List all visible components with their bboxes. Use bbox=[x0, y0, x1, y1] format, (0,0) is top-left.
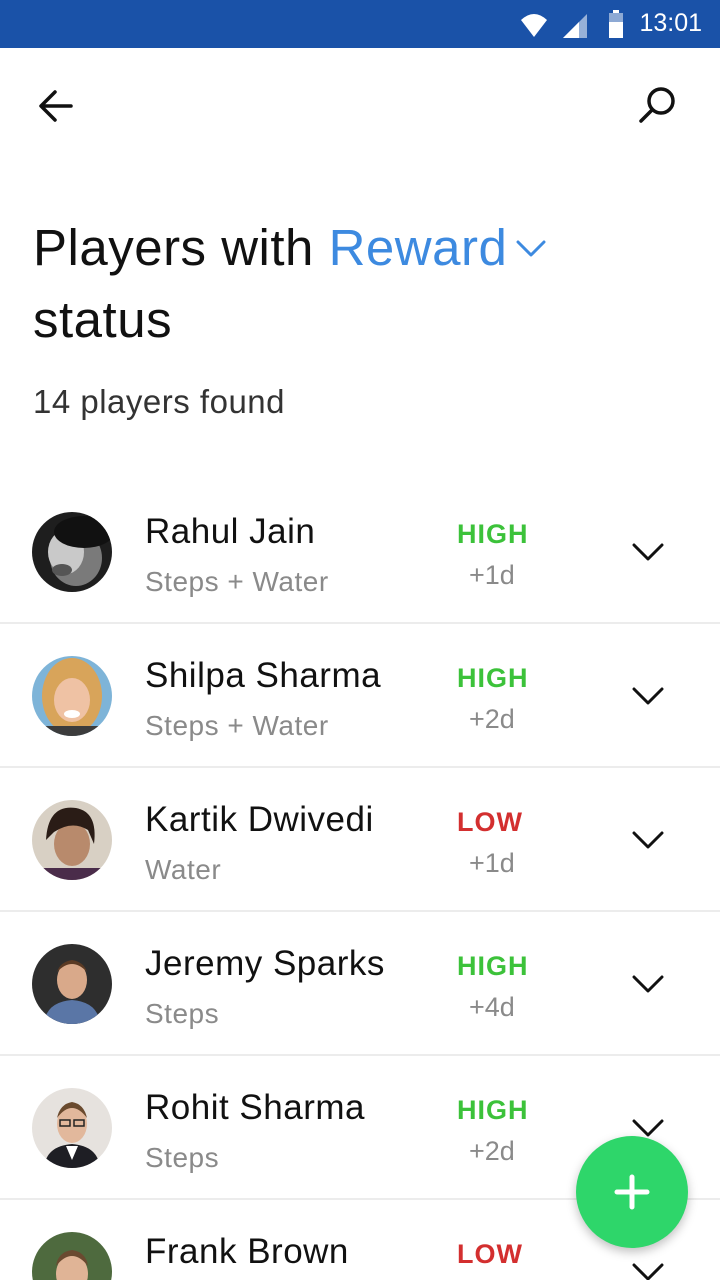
chevron-down-icon[interactable] bbox=[513, 230, 549, 266]
avatar bbox=[32, 656, 112, 736]
chevron-down-icon[interactable] bbox=[628, 1252, 668, 1280]
back-arrow-icon[interactable] bbox=[28, 78, 84, 134]
player-name: Frank Brown bbox=[145, 1232, 349, 1271]
avatar bbox=[32, 1232, 112, 1280]
player-row[interactable]: Shilpa Sharma Steps + Water HIGH +2d bbox=[0, 624, 720, 768]
status-level: HIGH bbox=[457, 951, 529, 981]
status-level: HIGH bbox=[457, 519, 529, 549]
title-prefix: Players with bbox=[33, 219, 314, 276]
battery-icon bbox=[609, 10, 623, 38]
player-row[interactable]: Jeremy Sparks Steps HIGH +4d bbox=[0, 912, 720, 1056]
player-goal: Water bbox=[145, 854, 222, 885]
avatar bbox=[32, 512, 112, 592]
player-name: Jeremy Sparks bbox=[145, 944, 385, 983]
player-goal: Steps + Water bbox=[145, 566, 329, 597]
chevron-down-icon[interactable] bbox=[628, 532, 668, 572]
page-title: Players with Reward status bbox=[33, 212, 693, 356]
player-goal: Steps bbox=[145, 1142, 220, 1173]
status-level: HIGH bbox=[457, 663, 529, 693]
cell-signal-icon bbox=[563, 14, 587, 38]
status-days: +1d bbox=[469, 848, 515, 878]
chevron-down-icon[interactable] bbox=[628, 676, 668, 716]
player-row[interactable]: Kartik Dwivedi Water LOW +1d bbox=[0, 768, 720, 912]
app-bar bbox=[0, 48, 720, 160]
avatar bbox=[32, 1088, 112, 1168]
status-level: HIGH bbox=[457, 1095, 529, 1125]
status-filter-dropdown[interactable]: Reward bbox=[329, 219, 550, 276]
avatar bbox=[32, 944, 112, 1024]
wifi-icon bbox=[521, 14, 547, 37]
result-count: 14 players found bbox=[33, 383, 286, 420]
status-filter-value[interactable]: Reward bbox=[329, 219, 508, 276]
status-days: +2d bbox=[469, 1136, 515, 1166]
status-days: +4d bbox=[469, 992, 515, 1022]
player-name: Rahul Jain bbox=[145, 512, 316, 551]
player-name: Rohit Sharma bbox=[145, 1088, 365, 1127]
avatar bbox=[32, 800, 112, 880]
status-days: +2d bbox=[469, 704, 515, 734]
add-player-button[interactable] bbox=[576, 1136, 688, 1248]
chevron-down-icon[interactable] bbox=[628, 964, 668, 1004]
search-icon[interactable] bbox=[630, 78, 686, 134]
player-goal: Steps bbox=[145, 998, 220, 1029]
status-level: LOW bbox=[457, 1239, 523, 1269]
player-goal: Steps + Water bbox=[145, 710, 329, 741]
title-suffix: status bbox=[33, 291, 173, 348]
player-name: Shilpa Sharma bbox=[145, 656, 382, 695]
status-time: 13:01 bbox=[639, 9, 702, 37]
plus-icon bbox=[614, 1174, 650, 1210]
status-days: +1d bbox=[469, 560, 515, 590]
chevron-down-icon[interactable] bbox=[628, 820, 668, 860]
status-bar: 13:01 bbox=[0, 0, 720, 48]
player-row[interactable]: Rahul Jain Steps + Water HIGH +1d bbox=[0, 480, 720, 624]
player-name: Kartik Dwivedi bbox=[145, 800, 374, 839]
status-level: LOW bbox=[457, 807, 523, 837]
